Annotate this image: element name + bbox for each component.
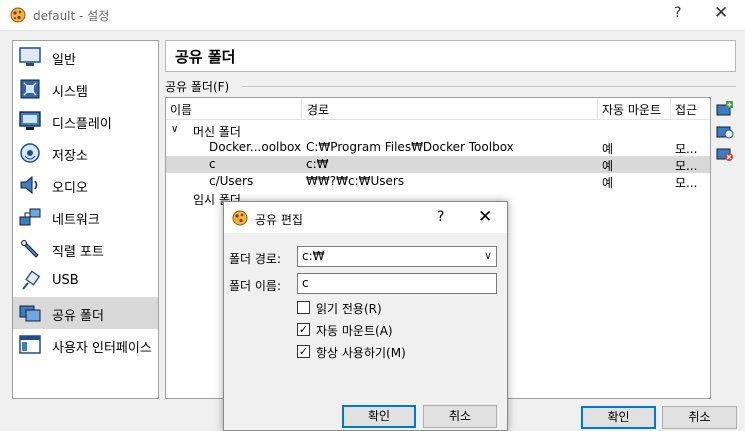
table-row[interactable]: c c:₩ 예 모...	[166, 156, 710, 173]
ok-button[interactable]: 확인	[581, 406, 656, 429]
add-folder-icon[interactable]	[716, 100, 734, 118]
automount-label: 자동 마운트(A)	[316, 324, 393, 338]
group-label: 머신 폴더	[193, 125, 241, 139]
sidebar-item-label: 사용자 인터페이스	[52, 341, 152, 356]
dialog-cancel-button[interactable]: 취소	[423, 405, 497, 428]
virtualbox-app-icon	[232, 210, 248, 226]
display-icon	[19, 111, 41, 130]
network-icon	[19, 208, 41, 226]
table-row[interactable]: Docker...oolbox C:₩Program Files₩Docker …	[166, 139, 710, 156]
sidebar-item-label: 직렬 포트	[52, 245, 104, 260]
virtualbox-app-icon	[10, 7, 26, 23]
column-header-path[interactable]: 경로	[307, 101, 329, 118]
readonly-checkbox[interactable]	[297, 301, 310, 314]
row-name: Docker...oolbox	[209, 140, 302, 154]
settings-sidebar: 일반 시스템 디스플레이 저장소 오디오 네트워크 직렬 포트 USB 공유 폴…	[12, 40, 159, 399]
group-divider	[242, 86, 736, 87]
row-path: ₩₩?₩c:₩Users	[306, 174, 405, 188]
help-button[interactable]: ?	[674, 5, 681, 21]
page-title: 공유 폴더	[175, 48, 236, 66]
folder-path-value: c:₩	[302, 249, 325, 263]
row-name: c	[209, 157, 216, 171]
page-title-box: 공유 폴더	[165, 40, 736, 72]
folder-name-value: c	[302, 276, 309, 290]
sidebar-item-label: 공유 폴더	[52, 309, 104, 324]
row-automount: 예	[602, 159, 614, 173]
sidebar-item-network[interactable]: 네트워크	[13, 201, 158, 233]
dialog-close-button[interactable]: ✕	[478, 207, 492, 227]
dialog-title-bar: 공유 편집 ? ✕	[224, 202, 507, 233]
sidebar-item-label: 오디오	[52, 181, 88, 196]
column-separator[interactable]	[670, 98, 671, 120]
dialog-title: 공유 편집	[255, 213, 303, 227]
sidebar-item-general[interactable]: 일반	[13, 41, 158, 73]
shared-folders-group-label: 공유 폴더(F)	[165, 80, 230, 94]
row-name: c/Users	[209, 174, 254, 188]
window-title: default - 설정	[33, 9, 110, 23]
chip-icon	[20, 79, 40, 99]
usb-icon	[22, 270, 41, 290]
table-header: 이름 경로 자동 마운트 접근	[166, 98, 710, 120]
speaker-icon	[20, 175, 38, 195]
title-bar: default - 설정 ? ✕	[0, 0, 745, 31]
folder-path-label: 폴더 경로:	[229, 252, 282, 266]
sidebar-item-label: 저장소	[52, 149, 88, 164]
column-header-automount[interactable]: 자동 마운트	[602, 101, 661, 118]
column-header-access[interactable]: 접근	[675, 101, 697, 118]
shared-folder-icon	[19, 305, 41, 322]
row-access: 모...	[675, 159, 698, 173]
sidebar-item-system[interactable]: 시스템	[13, 73, 158, 105]
column-separator[interactable]	[301, 98, 302, 120]
user-interface-icon	[19, 335, 41, 354]
group-row-machine-folders[interactable]: ∨ 머신 폴더	[166, 122, 710, 139]
row-path: C:₩Program Files₩Docker Toolbox	[306, 140, 514, 154]
automount-checkbox[interactable]: ✓	[297, 323, 310, 336]
chevron-down-icon[interactable]: ∨	[484, 249, 492, 262]
sidebar-item-label: 디스플레이	[52, 117, 112, 132]
column-header-name[interactable]: 이름	[170, 101, 192, 118]
edit-share-dialog: 공유 편집 ? ✕ 폴더 경로: c:₩ ∨ 폴더 이름: c 읽기 전용(R)…	[223, 201, 508, 431]
sidebar-item-user-interface[interactable]: 사용자 인터페이스	[13, 329, 158, 361]
sidebar-item-shared-folders[interactable]: 공유 폴더	[13, 297, 158, 329]
row-automount: 예	[602, 176, 614, 190]
cancel-button[interactable]: 취소	[662, 406, 737, 429]
edit-folder-icon[interactable]	[716, 122, 734, 140]
column-separator[interactable]	[597, 98, 598, 120]
permanent-checkbox[interactable]: ✓	[297, 345, 310, 358]
sidebar-item-label: 시스템	[52, 85, 88, 100]
folder-name-label: 폴더 이름:	[229, 279, 282, 293]
row-path: c:₩	[306, 157, 329, 171]
folder-path-combobox[interactable]: c:₩ ∨	[297, 246, 497, 267]
sidebar-item-label: 네트워크	[52, 213, 100, 228]
row-access: 모...	[675, 176, 698, 190]
monitor-icon	[19, 47, 41, 66]
row-access: 모...	[675, 142, 698, 156]
sidebar-item-label: USB	[52, 273, 79, 288]
close-button[interactable]: ✕	[714, 3, 728, 23]
readonly-label: 읽기 전용(R)	[316, 302, 382, 316]
permanent-label: 항상 사용하기(M)	[316, 346, 406, 360]
table-row[interactable]: c/Users ₩₩?₩c:₩Users 예 모...	[166, 173, 710, 190]
folder-name-input[interactable]: c	[297, 273, 497, 294]
expand-chevron-icon[interactable]: ∨	[171, 124, 178, 135]
row-automount: 예	[602, 142, 614, 156]
storage-icon	[20, 143, 40, 163]
sidebar-item-audio[interactable]: 오디오	[13, 169, 158, 201]
sidebar-item-serial-port[interactable]: 직렬 포트	[13, 233, 158, 265]
sidebar-item-label: 일반	[52, 53, 76, 68]
sidebar-item-display[interactable]: 디스플레이	[13, 105, 158, 137]
sidebar-item-storage[interactable]: 저장소	[13, 137, 158, 169]
sidebar-item-usb[interactable]: USB	[13, 265, 158, 297]
remove-folder-icon[interactable]	[716, 144, 734, 162]
dialog-ok-button[interactable]: 확인	[342, 405, 416, 428]
dialog-help-button[interactable]: ?	[437, 209, 444, 225]
serial-port-icon	[21, 240, 39, 258]
